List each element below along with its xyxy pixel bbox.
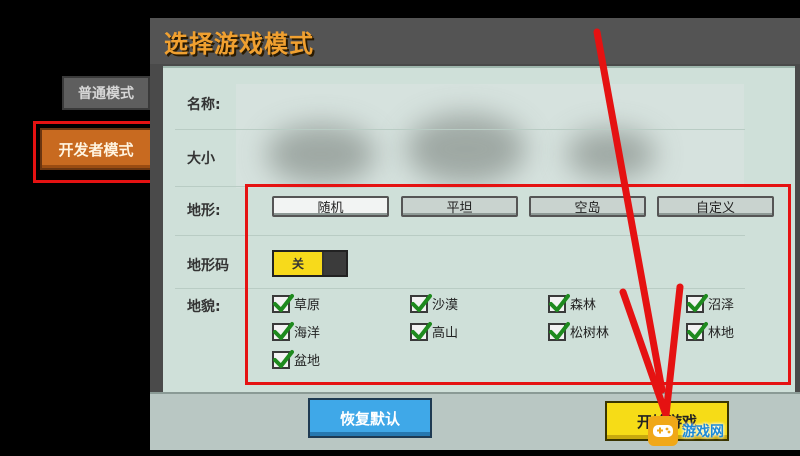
red-arrow-annotation <box>593 28 684 419</box>
watermark-text: 游戏网 <box>682 424 724 440</box>
watermark: 游戏网 <box>648 412 798 450</box>
gamepad-icon <box>648 416 678 446</box>
